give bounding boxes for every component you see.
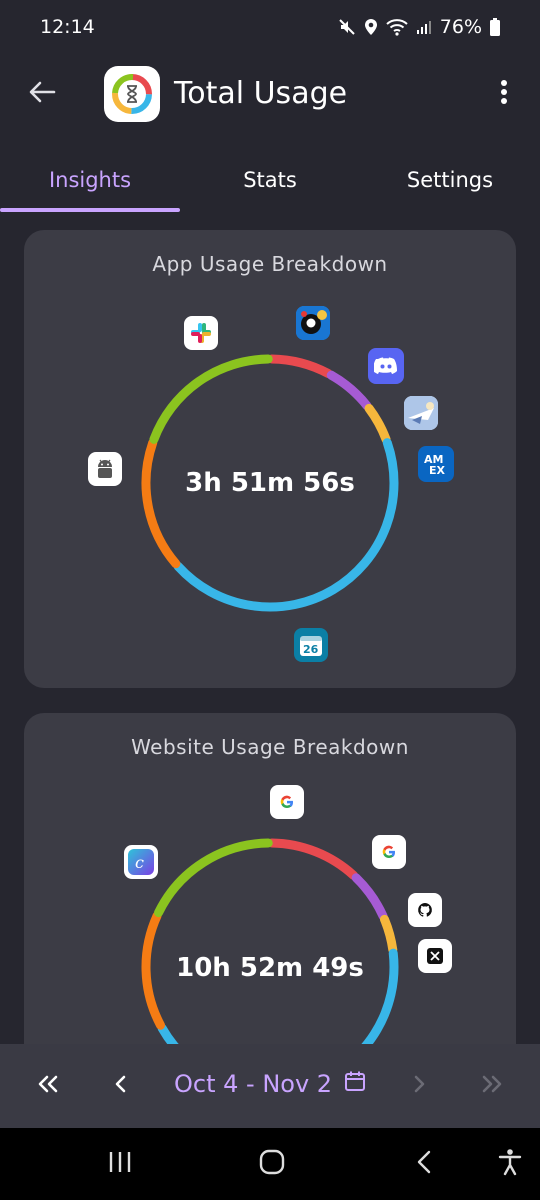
battery-icon [490,18,500,36]
next-period-button[interactable] [402,1068,438,1104]
ring-segment[interactable] [379,914,398,955]
date-range-label: Oct 4 - Nov 2 [174,1070,333,1098]
ring-segment[interactable] [149,354,273,444]
tab-stats[interactable]: Stats [180,150,360,210]
game-icon[interactable] [404,396,438,430]
calendar-icon [344,1070,366,1098]
x-icon[interactable] [418,939,452,973]
chevron-right-icon [413,1074,427,1098]
battery-level: 76% [439,16,482,38]
first-period-button[interactable] [30,1068,66,1104]
back-button[interactable] [24,76,60,112]
amex-icon[interactable]: AM EX [418,446,454,482]
tab-insights[interactable]: Insights [0,150,180,210]
page-title: Total Usage [174,76,348,111]
more-options-button[interactable] [488,76,520,112]
home-button[interactable] [254,1148,290,1180]
status-bar: 12:14 76% [0,0,540,54]
tab-indicator [0,208,180,212]
last-period-button[interactable] [474,1068,510,1104]
wifi-icon [386,18,408,36]
mute-icon [338,18,356,36]
more-vertical-icon [500,79,508,109]
ring-segment[interactable] [326,370,372,411]
double-chevron-left-icon [36,1074,60,1098]
back-icon [416,1150,432,1178]
date-range-picker[interactable]: Oct 4 - Nov 2 [174,1070,366,1098]
discord-icon[interactable] [368,348,404,384]
chevron-left-icon [113,1074,127,1098]
previous-period-button[interactable] [102,1068,138,1104]
ring-segment[interactable] [154,838,273,918]
svg-text:EX: EX [429,464,446,477]
system-back-button[interactable] [406,1148,442,1180]
calendar-day: 26 [303,643,319,656]
ring-segment[interactable] [267,354,333,379]
app-usage-card: App Usage Breakdown 3h 51m 56s AM EX 26 [24,230,516,688]
8-ball-pool-icon[interactable] [296,306,330,340]
location-icon [364,18,378,36]
google-icon[interactable] [270,785,304,819]
google-icon[interactable] [372,835,406,869]
slack-icon[interactable] [184,316,218,350]
home-icon [259,1149,285,1179]
ring-segment[interactable] [351,873,388,921]
app-bar: Total Usage [0,54,540,138]
tab-bar: Insights Stats Settings [0,150,540,214]
status-time: 12:14 [40,16,95,38]
signal-icon [416,19,432,35]
svg-text:c: c [135,853,144,872]
recents-icon [107,1150,133,1178]
accessibility-button[interactable] [492,1148,528,1180]
date-range-bar: Oct 4 - Nov 2 [0,1044,540,1128]
canva-icon[interactable]: c [124,845,158,879]
app-logo [104,66,160,122]
double-chevron-right-icon [480,1074,504,1098]
system-navigation-bar [0,1128,540,1200]
status-icons: 76% [338,16,500,38]
ring-segment[interactable] [141,438,181,569]
tab-settings[interactable]: Settings [360,150,540,210]
accessibility-icon [498,1148,522,1180]
calendar-icon[interactable]: 26 [294,628,328,662]
github-icon[interactable] [408,893,442,927]
ring-segment[interactable] [267,838,359,880]
android-icon[interactable] [88,452,122,486]
recents-button[interactable] [102,1148,138,1180]
arrow-left-icon [28,80,56,108]
ring-segment[interactable] [364,403,391,444]
